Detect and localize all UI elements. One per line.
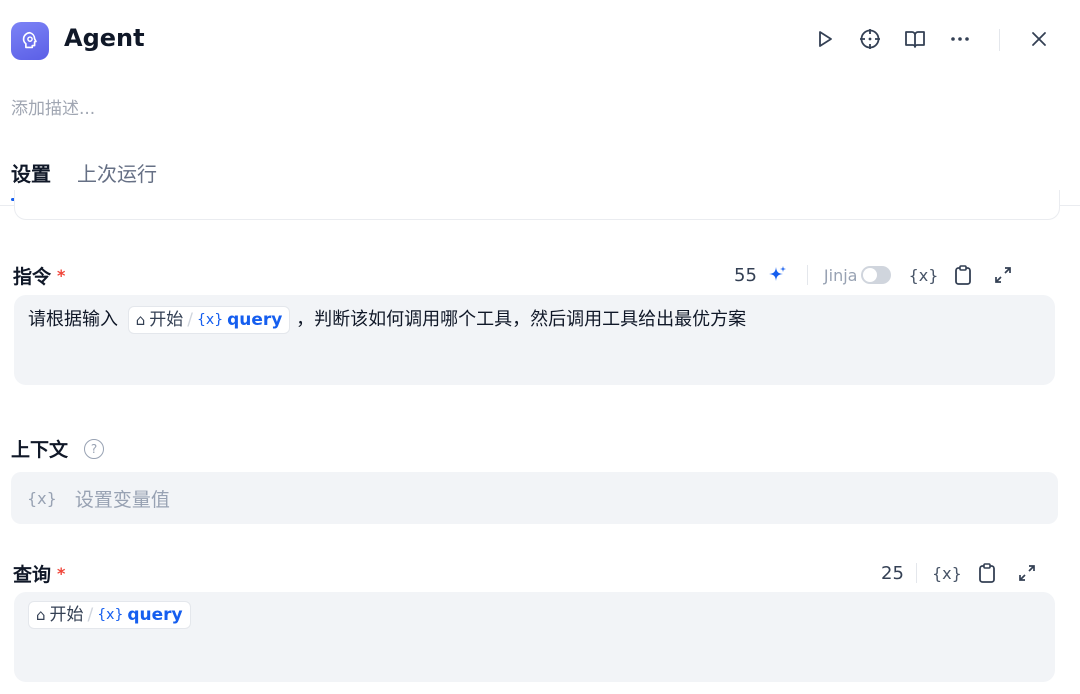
jinja-label: Jinja	[823, 265, 858, 285]
clipboard-icon	[955, 265, 972, 285]
variable-icon: {x}	[97, 607, 124, 623]
clipboard-icon	[979, 563, 995, 583]
jinja-toggle[interactable]: Jinja	[824, 266, 892, 285]
ai-generate-button[interactable]	[763, 261, 791, 289]
instruction-toolbar: 55 Jinja {x}	[734, 261, 1017, 289]
expand-button[interactable]	[989, 261, 1017, 289]
query-label-text: 查询	[13, 564, 52, 586]
more-button[interactable]	[945, 24, 975, 54]
run-button[interactable]	[810, 24, 840, 54]
chip-separator: /	[87, 605, 94, 625]
expand-icon	[995, 267, 1012, 283]
instruction-token-count: 55	[734, 264, 757, 286]
query-toolbar: 25 {x}	[881, 559, 1041, 587]
context-label: 上下文 ?	[11, 435, 105, 462]
header-divider	[999, 29, 1000, 51]
query-token-count: 25	[881, 562, 904, 584]
context-variable-selector[interactable]: {x} 设置变量值	[11, 472, 1058, 524]
insert-variable-button[interactable]: {x}	[908, 261, 939, 289]
instruction-text-after: ，判断该如何调用哪个工具，然后调用工具给出最优方案	[296, 309, 747, 330]
instruction-editor[interactable]: 请根据输入 ⌂ 开始 / {x} query ，判断该如何调用哪个工具，然后调用…	[14, 295, 1055, 385]
more-icon	[951, 37, 969, 41]
chip-node-name: 开始	[49, 605, 84, 625]
close-icon	[1032, 32, 1046, 46]
locate-icon	[860, 29, 880, 49]
variable-chip[interactable]: ⌂ 开始 / {x} query	[127, 306, 291, 334]
agent-app-icon	[11, 22, 49, 60]
instruction-label: 指令 *	[13, 262, 65, 289]
expand-button[interactable]	[1013, 559, 1041, 587]
variable-chip[interactable]: ⌂ 开始 / {x} query	[28, 601, 191, 629]
required-mark: *	[57, 564, 66, 583]
scrolled-card-edge	[14, 190, 1060, 220]
agent-brain-icon	[22, 31, 37, 49]
home-icon: ⌂	[36, 606, 46, 624]
play-icon	[819, 31, 832, 47]
variable-icon: {x}	[197, 312, 224, 328]
chip-node-name: 开始	[149, 310, 184, 330]
expand-icon	[1019, 565, 1035, 581]
copy-button[interactable]	[949, 261, 977, 289]
chip-separator: /	[187, 310, 193, 330]
context-label-text: 上下文	[11, 439, 69, 461]
close-button[interactable]	[1024, 24, 1054, 54]
help-icon[interactable]: ?	[84, 438, 105, 459]
instruction-label-text: 指令	[13, 266, 52, 288]
variable-icon: {x}	[932, 563, 962, 583]
copy-button[interactable]	[973, 559, 1001, 587]
query-editor[interactable]: ⌂ 开始 / {x} query	[14, 592, 1055, 682]
sparkle-icon	[768, 266, 786, 281]
locate-button[interactable]	[855, 24, 885, 54]
instruction-text-before: 请根据输入	[28, 309, 118, 330]
chip-variable-name: query	[127, 605, 183, 625]
docs-button[interactable]	[900, 24, 930, 54]
description-input[interactable]: 添加描述...	[11, 94, 95, 119]
variable-icon: {x}	[27, 488, 57, 508]
insert-variable-button[interactable]: {x}	[932, 559, 962, 587]
query-label: 查询 *	[13, 560, 65, 587]
required-mark: *	[57, 266, 66, 285]
context-placeholder: 设置变量值	[74, 488, 170, 511]
book-icon	[905, 31, 925, 48]
toolbar-divider	[806, 265, 808, 285]
chip-variable-name: query	[227, 310, 283, 330]
toggle-switch[interactable]	[861, 266, 892, 284]
variable-icon: {x}	[908, 265, 939, 285]
home-icon: ⌂	[135, 311, 146, 329]
node-title[interactable]: Agent	[64, 24, 145, 52]
toolbar-divider	[915, 563, 917, 583]
